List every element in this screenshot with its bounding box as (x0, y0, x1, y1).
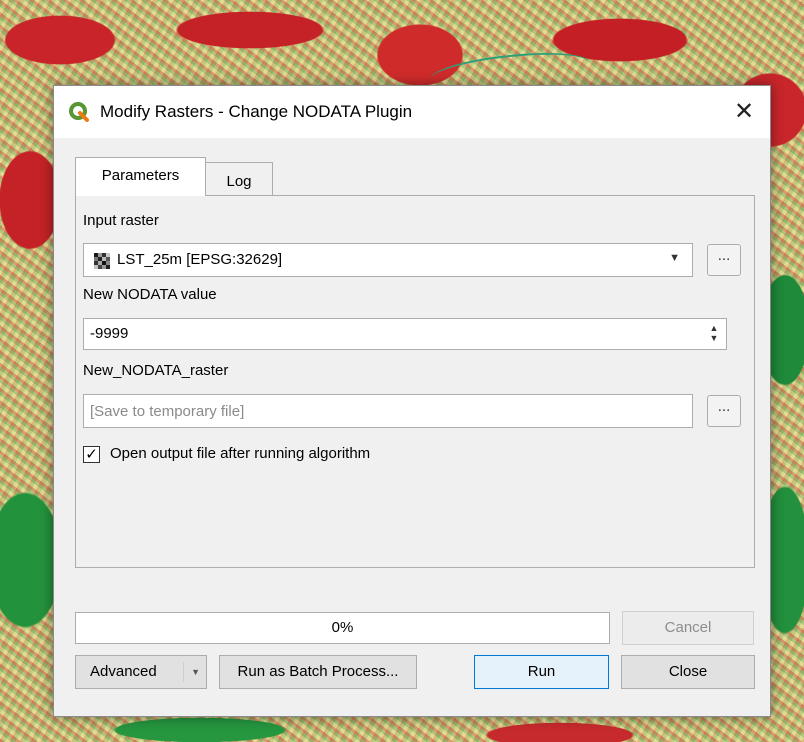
chevron-down-icon: ▼ (669, 252, 680, 264)
qgis-logo-icon (69, 102, 89, 122)
advanced-label: Advanced (90, 663, 157, 680)
raster-layer-icon (94, 253, 110, 269)
progress-bar: 0% (75, 612, 610, 644)
input-raster-combobox[interactable]: LST_25m [EPSG:32629] ▼ (83, 243, 693, 277)
input-raster-label: Input raster (83, 212, 159, 229)
tab-log[interactable]: Log (205, 162, 273, 196)
chevron-down-icon: ▼ (191, 667, 200, 677)
output-raster-input[interactable] (84, 395, 692, 427)
run-batch-process-button[interactable]: Run as Batch Process... (219, 655, 417, 689)
input-raster-value: LST_25m [EPSG:32629] (117, 251, 283, 268)
nodata-value-text: -9999 (90, 325, 129, 342)
run-button[interactable]: Run (474, 655, 609, 689)
spinner-arrows-icon[interactable]: ▲ ▼ (705, 323, 723, 345)
tab-parameters[interactable]: Parameters (75, 157, 206, 196)
input-raster-browse-button[interactable]: ... (707, 244, 741, 276)
output-raster-browse-button[interactable]: ... (707, 395, 741, 427)
close-button[interactable]: Close (621, 655, 755, 689)
nodata-value-spinbox[interactable]: -9999 ▲ ▼ (83, 318, 727, 350)
change-nodata-dialog: Modify Rasters - Change NODATA Plugin ✕ … (53, 85, 771, 717)
cancel-button[interactable]: Cancel (622, 611, 754, 645)
advanced-button[interactable]: Advanced ▼ (75, 655, 207, 689)
advanced-separator (183, 662, 184, 682)
output-raster-field (83, 394, 693, 428)
close-icon[interactable]: ✕ (728, 96, 760, 128)
parameters-panel: Input raster LST_25m [EPSG:32629] ▼ ... … (75, 195, 755, 568)
open-output-label: Open output file after running algorithm (110, 445, 371, 462)
dialog-titlebar: Modify Rasters - Change NODATA Plugin ✕ (54, 86, 770, 138)
output-raster-label: New_NODATA_raster (83, 362, 229, 379)
open-output-checkbox[interactable]: ✓ (83, 446, 100, 463)
nodata-value-label: New NODATA value (83, 286, 217, 303)
dialog-title: Modify Rasters - Change NODATA Plugin (100, 102, 413, 121)
